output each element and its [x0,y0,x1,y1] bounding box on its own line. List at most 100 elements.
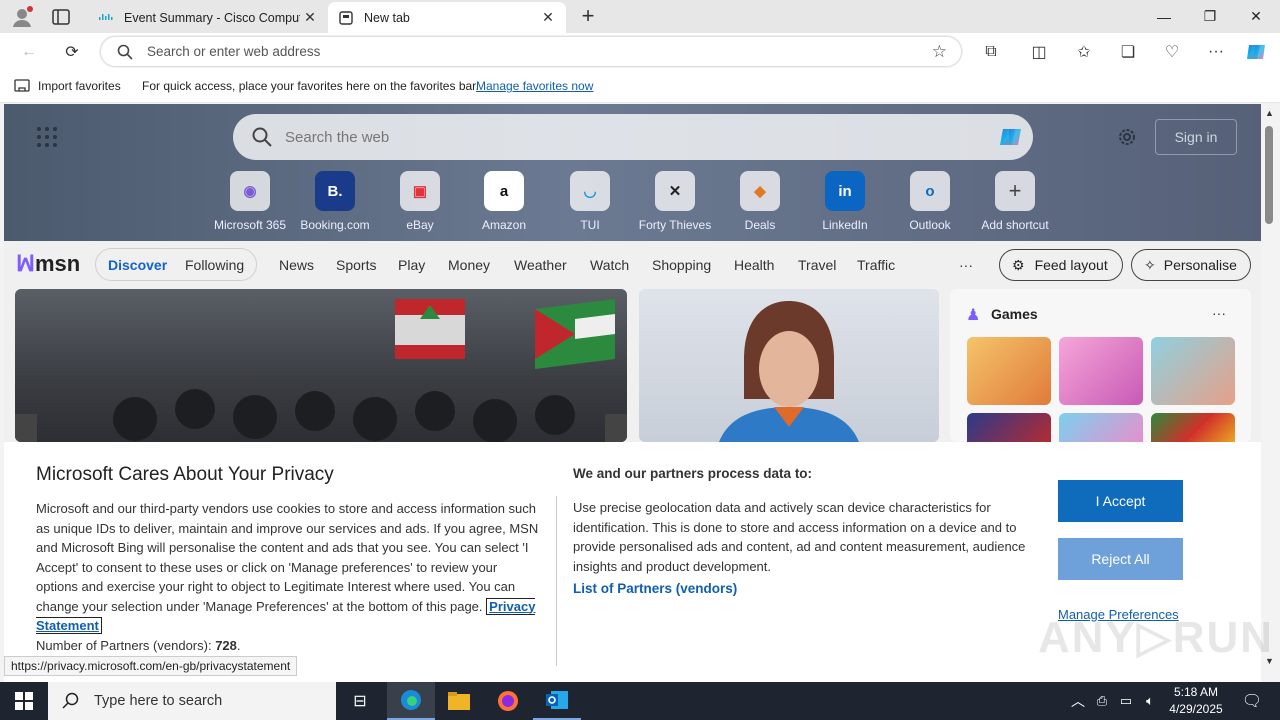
back-button[interactable]: ← [14,37,44,67]
nav-news[interactable]: News [279,257,314,273]
taskbar-search[interactable]: Type here to search [48,682,336,720]
games-more-icon[interactable]: ··· [1212,305,1226,321]
profile-icon[interactable] [10,5,34,29]
nav-play[interactable]: Play [398,257,425,273]
copilot-icon[interactable] [1244,39,1270,65]
page-settings-icon[interactable] [1116,126,1138,148]
game-tile[interactable] [1151,413,1235,442]
feed-layout-button[interactable]: ⚙ Feed layout [999,249,1123,281]
outlook-taskbar-icon[interactable] [533,682,581,720]
games-icon: ♟ [966,307,981,324]
volume-icon[interactable]: 🔈︎ [1138,682,1162,720]
apps-grid-icon[interactable] [36,126,58,148]
tab-discover[interactable]: Discover [108,257,167,273]
personalise-button[interactable]: ✧ Personalise [1131,249,1251,281]
extensions-icon[interactable]: ⧉ [976,37,1006,67]
split-screen-icon[interactable]: ◫ [1024,37,1054,67]
close-tab-icon[interactable]: ✕ [300,8,320,28]
list-of-partners-link[interactable]: List of Partners (vendors) [573,581,737,596]
page-scrollbar[interactable]: ▲ ▼ [1261,104,1280,682]
msn-nav-bar: ꟽmsn Discover Following News Sports Play… [4,241,1261,289]
close-window-button[interactable]: ✕ [1233,0,1279,33]
nav-shopping[interactable]: Shopping [652,257,711,273]
settings-more-icon[interactable]: ··· [1201,37,1231,67]
sign-in-button[interactable]: Sign in [1155,119,1237,155]
game-tile[interactable] [1059,337,1143,405]
favorites-bar: Import favorites For quick access, place… [0,70,1280,103]
game-tile[interactable] [967,413,1051,442]
scroll-up-arrow[interactable]: ▲ [1265,108,1274,118]
consent-body-text: Microsoft and our third-party vendors us… [36,501,539,614]
wifi-icon[interactable]: ▭ [1114,682,1138,720]
firefox-icon[interactable] [484,682,532,720]
game-tile[interactable] [1059,413,1143,442]
shortcut-amazon[interactable]: a Amazon [464,171,544,232]
browser-essentials-icon[interactable]: ♡ [1157,37,1187,67]
nav-money[interactable]: Money [448,257,490,273]
nav-traffic[interactable]: Traffic [857,257,895,273]
news-card-protest[interactable] [15,289,627,442]
import-favorites-label[interactable]: Import favorites [38,79,121,93]
file-explorer-icon[interactable] [435,682,483,720]
game-tile[interactable] [967,337,1051,405]
news-card-portrait[interactable] [639,289,939,442]
news-feed: ♟ Games ··· [4,289,1261,442]
new-tab-button[interactable]: + [576,4,600,28]
shortcut-label: TUI [580,218,600,232]
tab-actions-icon[interactable] [50,6,72,28]
favorites-icon[interactable]: ✩ [1069,37,1099,67]
accept-button[interactable]: I Accept [1058,480,1183,522]
address-bar[interactable]: Search or enter web address ☆ [100,36,962,67]
game-tile[interactable] [1151,337,1235,405]
deals-icon: ◆ [740,171,780,211]
network-icon[interactable]: ⎙ [1090,682,1114,720]
shortcut-label: Amazon [481,218,527,232]
scroll-thumb[interactable] [1265,126,1273,224]
shortcut-microsoft-365[interactable]: ◉ Microsoft 365 [210,171,290,232]
shortcut-label: Add shortcut [981,218,1049,232]
start-button[interactable] [0,682,48,720]
shortcut-deals[interactable]: ◆ Deals [720,171,800,232]
shortcut-add[interactable]: + Add shortcut [975,171,1055,232]
system-clock[interactable]: 5:18 AM 4/29/2025 [1168,684,1224,718]
restore-button[interactable]: ❐ [1187,0,1233,33]
close-tab-icon[interactable]: ✕ [538,8,558,28]
favorites-hint: For quick access, place your favorites h… [142,79,479,93]
refresh-button[interactable]: ⟳ [57,37,87,67]
navigation-bar: ← ⟳ Search or enter web address ☆ ⧉ ◫ ✩ … [0,33,1280,70]
nav-health[interactable]: Health [734,257,774,273]
taskbar-search-placeholder: Type here to search [94,693,223,709]
collections-icon[interactable]: ❏ [1113,37,1143,67]
reject-all-button[interactable]: Reject All [1058,538,1183,580]
edge-taskbar-icon[interactable] [387,682,435,720]
shortcut-forty-thieves[interactable]: ✕ Forty Thieves [635,171,715,232]
nav-weather[interactable]: Weather [514,257,567,273]
status-bar-url: https://privacy.microsoft.com/en-gb/priv… [4,656,298,676]
shortcut-label: LinkedIn [822,218,868,232]
shortcut-outlook[interactable]: o Outlook [890,171,970,232]
tab-new-tab[interactable]: New tab ✕ [328,2,566,33]
shortcut-label: Outlook [909,218,951,232]
nav-more[interactable]: ··· [959,257,973,273]
favorite-star-icon[interactable]: ☆ [932,42,947,62]
shortcut-tui[interactable]: ◡ TUI [550,171,630,232]
minimize-button[interactable]: — [1141,0,1187,33]
shortcut-label: Booking.com [300,218,370,232]
nav-watch[interactable]: Watch [590,257,629,273]
copilot-icon[interactable] [997,123,1025,151]
notification-icon[interactable]: 🗨︎ [1228,682,1276,720]
manage-favorites-link[interactable]: Manage favorites now [476,79,593,93]
nav-travel[interactable]: Travel [798,257,836,273]
shortcut-linkedin[interactable]: in LinkedIn [805,171,885,232]
msn-logo[interactable]: ꟽmsn [16,251,80,277]
import-favorites-icon[interactable] [14,78,30,97]
task-view-icon[interactable]: ⊟ [336,682,384,720]
shortcut-booking[interactable]: B. Booking.com [295,171,375,232]
shortcut-ebay[interactable]: ▣ eBay [380,171,460,232]
outlook-icon: o [910,171,950,211]
tab-following[interactable]: Following [185,257,244,273]
web-search-box[interactable]: Search the web [233,114,1033,160]
tab-cisco[interactable]: Event Summary - Cisco Compute ✕ [88,2,328,33]
partners-count: 728 [215,637,237,653]
nav-sports[interactable]: Sports [336,257,376,273]
